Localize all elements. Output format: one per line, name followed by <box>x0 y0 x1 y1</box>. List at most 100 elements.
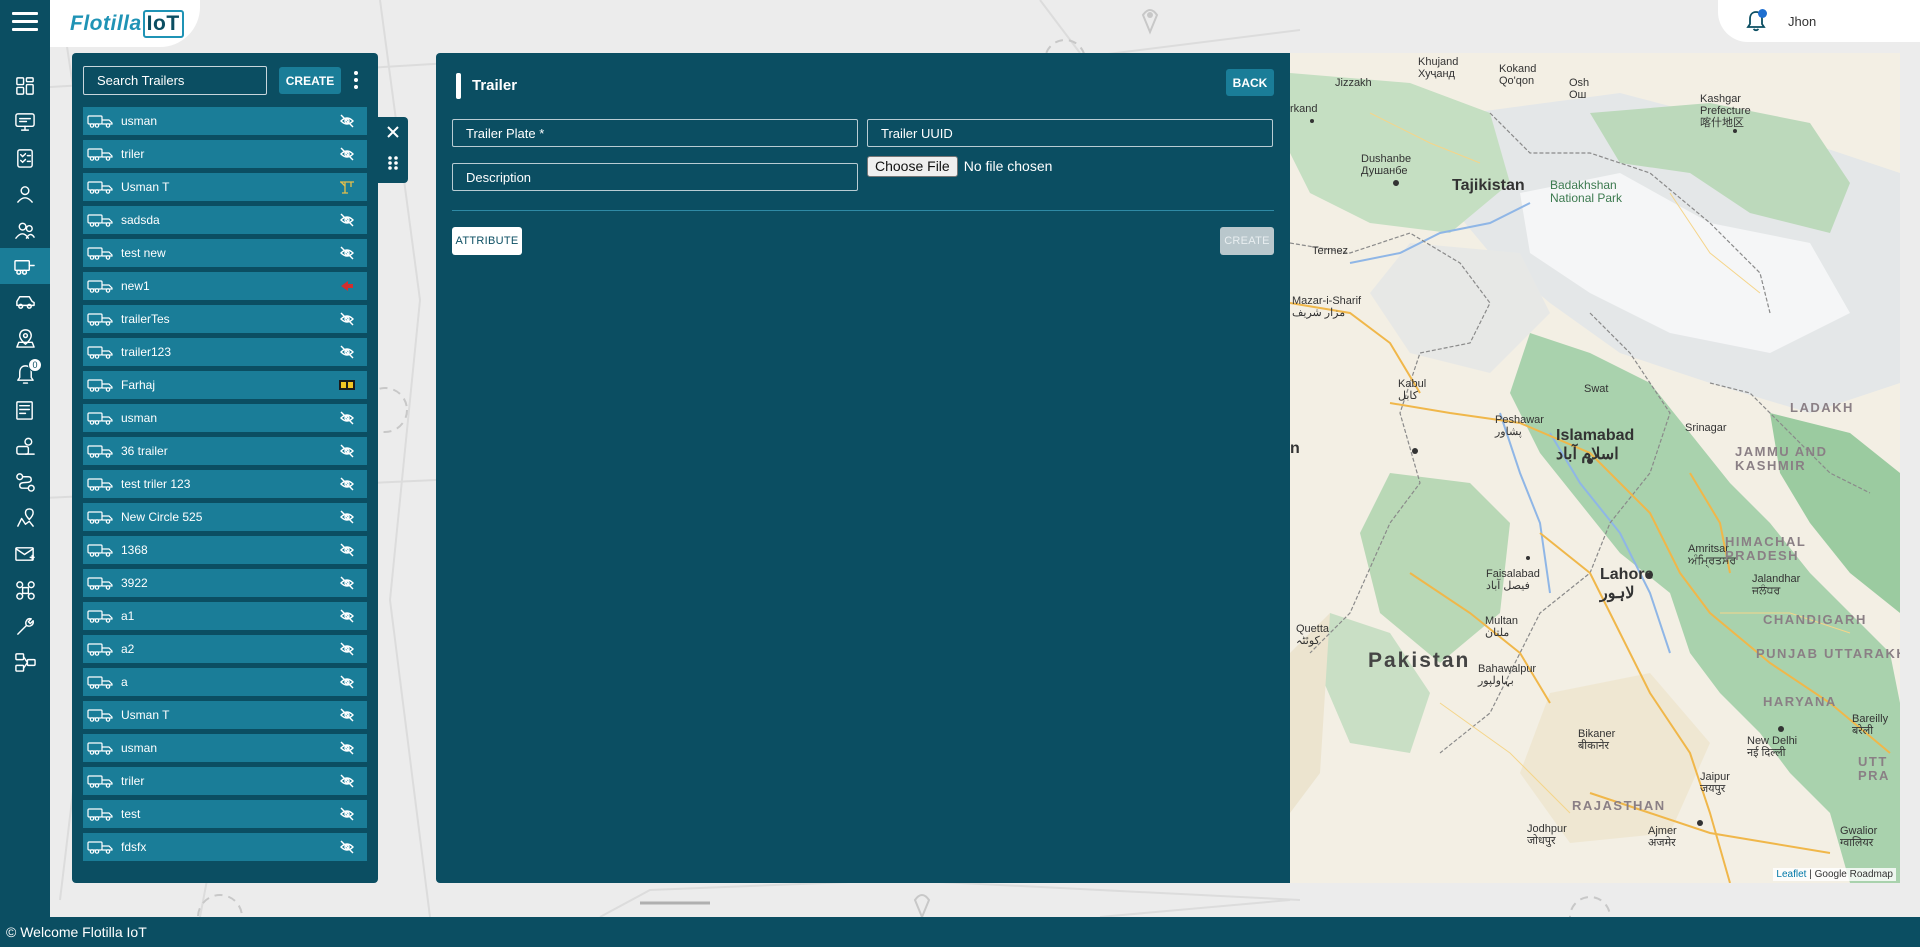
map-label-jizzakh: Jizzakh <box>1335 77 1372 89</box>
trailer-list-item[interactable]: Usman T <box>83 701 367 729</box>
users-icon <box>15 222 35 239</box>
trailer-list-item[interactable]: new1 <box>83 272 367 300</box>
unlinked-icon <box>340 114 354 128</box>
trailer-list-item[interactable]: triler <box>83 140 367 168</box>
trailer-name: a <box>121 675 128 689</box>
description-input[interactable] <box>452 163 858 191</box>
drag-handle-icon[interactable] <box>387 155 399 171</box>
footer: © Welcome Flotilla IoT <box>0 917 1920 947</box>
logo[interactable]: Flotilla IoT <box>50 0 200 47</box>
trailer-name: Usman T <box>121 180 170 194</box>
nav-item-command[interactable] <box>0 572 50 608</box>
trailer-list-item[interactable]: New Circle 525 <box>83 503 367 531</box>
geofence-icon <box>16 329 35 348</box>
settings-flow-icon <box>15 653 36 672</box>
create-button-disabled[interactable]: CREATE <box>1220 227 1274 255</box>
map-label-islamabad: Islamabad اسلام آباد <box>1556 427 1635 464</box>
nav-item-route-pin[interactable] <box>0 500 50 536</box>
trailer-plate-input[interactable] <box>452 119 858 147</box>
menu-toggle-icon[interactable] <box>12 12 38 32</box>
trailer-list-item[interactable]: test <box>83 800 367 828</box>
trailer-icon <box>87 148 113 161</box>
trailer-list-item[interactable]: usman <box>83 107 367 135</box>
trailer-name: test new <box>121 246 166 260</box>
trailer-list-item[interactable]: a2 <box>83 635 367 663</box>
unlinked-icon <box>340 543 354 557</box>
back-button[interactable]: BACK <box>1226 69 1274 96</box>
trailer-list-item[interactable]: usman <box>83 404 367 432</box>
nav-item-trailer[interactable] <box>0 248 50 284</box>
map-label-samarkand: rkand <box>1290 103 1318 115</box>
trailer-list-item[interactable]: sadsda <box>83 206 367 234</box>
trailer-list: usman triler Usman T sadsda test new new1 trai… <box>83 107 367 869</box>
unlinked-icon <box>340 840 354 854</box>
map-label-termez: Termez <box>1312 245 1349 257</box>
unlinked-icon <box>340 741 354 755</box>
nav-item-checklist[interactable] <box>0 140 50 176</box>
map-label-osh: Osh Ош <box>1569 77 1590 102</box>
map-label-pakistan: Pakistan <box>1368 649 1471 672</box>
map-label-afghan-edge: n <box>1290 440 1300 457</box>
search-trailers-input[interactable] <box>83 66 267 95</box>
trailer-list-item[interactable]: test new <box>83 239 367 267</box>
map-label-himachal: HIMACHAL PRADESH <box>1725 534 1807 564</box>
unlinked-icon <box>340 609 354 623</box>
unlinked-icon <box>340 411 354 425</box>
nav-item-tools[interactable] <box>0 608 50 644</box>
create-trailer-button[interactable]: CREATE <box>279 67 341 94</box>
trailer-list-item[interactable]: usman <box>83 734 367 762</box>
unlinked-icon <box>340 774 354 788</box>
notification-bell-icon[interactable] <box>1746 9 1767 32</box>
nav-item-monitor[interactable] <box>0 104 50 140</box>
trailer-list-item[interactable]: fdsfx <box>83 833 367 861</box>
attribute-button[interactable]: ATTRIBUTE <box>452 227 522 255</box>
trailer-list-item[interactable]: trailerTes <box>83 305 367 333</box>
nav-item-users[interactable] <box>0 212 50 248</box>
trailer-list-item[interactable]: 1368 <box>83 536 367 564</box>
leaflet-link[interactable]: Leaflet <box>1776 869 1806 880</box>
trailer-icon <box>87 610 113 623</box>
trailer-list-item[interactable]: triler <box>83 767 367 795</box>
nav-item-report[interactable] <box>0 392 50 428</box>
close-icon[interactable] <box>386 125 400 139</box>
choose-file-button[interactable]: Choose File <box>867 155 958 177</box>
trailer-list-item[interactable]: trailer123 <box>83 338 367 366</box>
map-label-khujand: Khujand Хуҷанд <box>1418 56 1459 81</box>
nav-item-mail[interactable] <box>0 536 50 572</box>
nav-item-driver[interactable] <box>0 428 50 464</box>
trailer-icon <box>87 841 113 854</box>
trailer-icon <box>87 511 113 524</box>
map-label-bareilly: Bareilly बरेली <box>1852 713 1889 738</box>
nav-item-route[interactable] <box>0 464 50 500</box>
user-name[interactable]: Jhon <box>1788 14 1816 29</box>
trailer-list-item[interactable]: 3922 <box>83 569 367 597</box>
trailer-list-item[interactable]: test triler 123 <box>83 470 367 498</box>
map-view[interactable]: Khujand Хуҷанд Kokand Qo'qon Osh Ош Jizzakh… <box>1290 53 1900 883</box>
map-label-bahawalpur: Bahawalpur بہاولپور <box>1478 663 1537 688</box>
map-label-badakhshan: Badakhshan National Park <box>1550 178 1623 206</box>
nav-item-geofence[interactable] <box>0 320 50 356</box>
trailer-list-item[interactable]: Usman T <box>83 173 367 201</box>
nav-item-car[interactable] <box>0 284 50 320</box>
nav-item-settings-flow[interactable] <box>0 644 50 680</box>
trailer-list-item[interactable]: Farhaj <box>83 371 367 399</box>
trailer-uuid-input[interactable] <box>867 119 1273 147</box>
trailer-list-item[interactable]: a <box>83 668 367 696</box>
arrow-left-icon <box>341 281 353 291</box>
trailer-name: Farhaj <box>121 378 156 392</box>
trailer-list-item[interactable]: a1 <box>83 602 367 630</box>
nav-item-dashboard[interactable] <box>0 68 50 104</box>
car-icon <box>16 296 35 309</box>
more-options-icon[interactable] <box>354 71 360 91</box>
form-divider <box>452 210 1274 211</box>
trailer-list-item[interactable]: 36 trailer <box>83 437 367 465</box>
trailer-icon <box>87 313 113 326</box>
nav-item-bell[interactable]: 0 <box>0 356 50 392</box>
tools-icon <box>17 617 34 635</box>
map-label-tajikistan: Tajikistan <box>1452 177 1525 194</box>
trailer-name: New Circle 525 <box>121 510 203 524</box>
nav-item-user[interactable] <box>0 176 50 212</box>
unlinked-icon <box>340 510 354 524</box>
report-icon <box>16 401 33 420</box>
map-label-chandigarh: CHANDIGARH <box>1763 612 1867 627</box>
